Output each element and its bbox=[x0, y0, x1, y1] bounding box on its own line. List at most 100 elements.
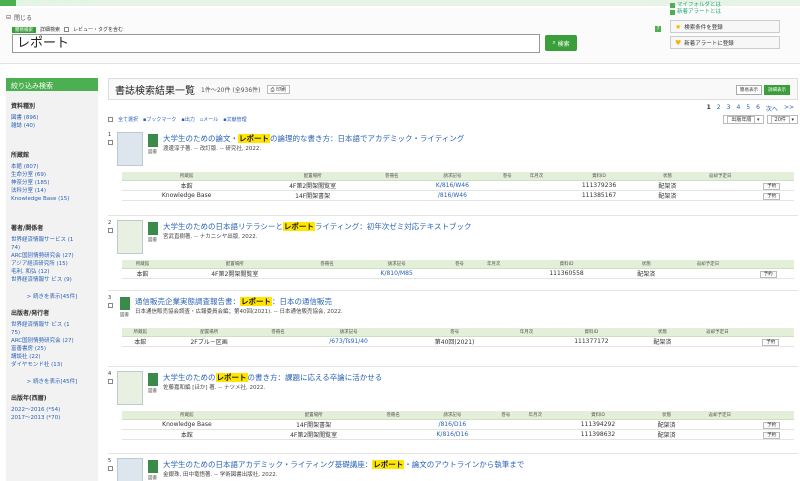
reserve-button[interactable]: 予約 bbox=[759, 270, 777, 278]
holdings-cell: 配架済 bbox=[643, 419, 691, 430]
save-condition-button[interactable]: ★ 検索条件を登録 bbox=[670, 20, 780, 33]
sidebar-facet-item[interactable]: 神奈分室 (185) bbox=[11, 179, 93, 187]
sidebar-facet-item[interactable]: ARC国別情勢研究会 (27) bbox=[11, 337, 93, 345]
record-title-link[interactable]: 大学生のための日本語リテラシーとレポートライティング：初年次ゼミ対応テキストブッ… bbox=[163, 221, 472, 232]
holdings-cell: 2Fブル－区画 bbox=[158, 336, 260, 347]
page-link[interactable]: 2 bbox=[717, 104, 721, 113]
review-checkbox[interactable] bbox=[64, 27, 70, 32]
call-number-link[interactable]: /673/Ts91/40 bbox=[296, 336, 401, 347]
title-part: 大学生のための日本語リテラシーと bbox=[163, 222, 283, 231]
material-type-label: 図書 bbox=[148, 150, 157, 155]
page-link[interactable]: 4 bbox=[736, 104, 740, 113]
export-button[interactable]: ▪出力 bbox=[181, 116, 194, 123]
book-icon bbox=[148, 373, 158, 386]
tab-2[interactable] bbox=[17, 0, 34, 6]
record-checkbox[interactable] bbox=[108, 228, 113, 233]
page-link[interactable]: >> bbox=[784, 104, 794, 113]
record-title-link[interactable]: 通信販売企業実態調査報告書：レポート：日本の通信販売 bbox=[135, 296, 332, 307]
tab-3[interactable] bbox=[34, 0, 51, 6]
sidebar-facet-item[interactable]: ダイヤモンド社 (13) bbox=[11, 361, 93, 369]
tab-1[interactable] bbox=[0, 0, 17, 6]
bookmark-button[interactable]: ▪ブックマーク bbox=[143, 116, 176, 123]
call-number-link[interactable]: K/816/W46 bbox=[409, 180, 496, 191]
sidebar-facet-item[interactable]: 本館 (807) bbox=[11, 163, 93, 171]
record-checkbox[interactable] bbox=[108, 466, 113, 471]
sidebar-facet-item[interactable]: アジア経済研究所 (15) bbox=[11, 260, 93, 268]
call-number-link[interactable]: K/810/M85 bbox=[347, 268, 446, 279]
view-simple-button[interactable]: 簡易表示 bbox=[736, 85, 762, 95]
select-all-checkbox[interactable] bbox=[108, 117, 113, 122]
call-number-link[interactable]: /816/W46 bbox=[409, 190, 496, 201]
sidebar-facet-item[interactable]: 富善書房 (25) bbox=[11, 345, 93, 353]
mode-simple-button[interactable]: 簡易検索 bbox=[12, 26, 36, 33]
record-number: 3 bbox=[108, 295, 112, 301]
view-detail-button[interactable]: 詳細表示 bbox=[764, 85, 790, 95]
tab-4[interactable] bbox=[51, 0, 68, 6]
sidebar-facet-item[interactable]: 生命分室 (69) bbox=[11, 171, 93, 179]
page-link[interactable]: 5 bbox=[746, 104, 750, 113]
select-all-link[interactable]: 全て選択 bbox=[118, 116, 138, 123]
holdings-col-header: 巻冊名 bbox=[375, 411, 411, 420]
sidebar-facet-item[interactable]: 講談社 (22) bbox=[11, 353, 93, 361]
reserve-button[interactable]: 予約 bbox=[763, 421, 781, 429]
record-title-link[interactable]: 大学生のための論文・レポートの論理的な書き方：日本語でアカデミック・ライティング bbox=[163, 133, 464, 144]
print-button[interactable]: ⎙ 印刷 bbox=[266, 84, 291, 94]
sidebar-facet-item[interactable]: 図書 (896) bbox=[11, 114, 93, 122]
sidebar-facet-item[interactable]: 雑誌 (40) bbox=[11, 122, 93, 130]
alert-info-link[interactable]: 新着アラートとは bbox=[670, 9, 780, 16]
refmgr-button[interactable]: ▪文献管理 bbox=[223, 116, 246, 123]
save-alert-button[interactable]: ♥ 新着アラートに登録 bbox=[670, 36, 780, 49]
reserve-button[interactable]: 予約 bbox=[762, 338, 780, 346]
call-number-link[interactable]: K/816/D16 bbox=[410, 429, 494, 440]
mail-button[interactable]: ▫メール bbox=[200, 116, 218, 123]
holdings-col-header: 巻号 bbox=[445, 260, 474, 269]
per-page-select[interactable]: 20件 ▾ bbox=[766, 115, 798, 124]
close-toggle[interactable]: ⊟ 閉じる bbox=[6, 13, 32, 22]
holdings-cell: 4F第2開架閲覧室 bbox=[251, 180, 375, 191]
reserve-button[interactable]: 予約 bbox=[763, 182, 781, 190]
search-input[interactable]: レポート bbox=[12, 34, 540, 53]
record-checkbox[interactable] bbox=[108, 140, 113, 145]
holdings-col-header: 年月次 bbox=[508, 328, 545, 337]
record-checkbox[interactable] bbox=[108, 303, 113, 308]
page-link[interactable]: 次へ bbox=[766, 104, 778, 113]
sidebar-facet-item[interactable]: 2022～2016 (*54) bbox=[11, 406, 93, 414]
sidebar-facet-item[interactable]: 毛利, 和弘 (12) bbox=[11, 268, 93, 276]
holdings-cell bbox=[508, 336, 545, 347]
sidebar-facet-item[interactable]: 世界経済情報サービス (1 bbox=[11, 236, 93, 244]
record-title-link[interactable]: 大学生のための日本語アカデミック・ライティング基礎講座：レポート・論文のアウトラ… bbox=[163, 459, 524, 470]
record-title-link[interactable]: 大学生のためのレポートの書き方：課題に応える卒論に活かせる bbox=[163, 372, 382, 383]
sidebar-facet-item[interactable]: Knowledge Base (15) bbox=[11, 195, 93, 203]
sidebar-facet-item[interactable]: 75) bbox=[11, 329, 93, 337]
book-cover-thumbnail[interactable] bbox=[117, 371, 143, 405]
holdings-cell: 配架済 bbox=[618, 268, 674, 279]
sidebar-facet-item[interactable]: 2017～2013 (*70) bbox=[11, 414, 93, 422]
book-cover-thumbnail[interactable] bbox=[117, 458, 143, 481]
sidebar-facet-item[interactable]: 74) bbox=[11, 244, 93, 252]
sidebar-facet-item[interactable]: 世界経済情報サ ビス (1 bbox=[11, 321, 93, 329]
myfolder-link[interactable]: マイフォルダとは bbox=[670, 2, 780, 9]
sort-select[interactable]: 出版年順 ▾ bbox=[723, 115, 764, 124]
title-part: 大学生のための論文・ bbox=[163, 134, 238, 143]
page-link[interactable]: 1 bbox=[707, 104, 711, 113]
sidebar-facet-item[interactable]: 法科分室 (14) bbox=[11, 187, 93, 195]
reserve-button[interactable]: 予約 bbox=[763, 431, 781, 439]
show-more-link[interactable]: > 続きを表示[45件] bbox=[11, 377, 93, 385]
sidebar-facet-item[interactable]: ARC国別情勢研究会 (27) bbox=[11, 252, 93, 260]
show-more-link[interactable]: > 続きを表示[45件] bbox=[11, 292, 93, 300]
mode-detail-link[interactable]: 詳細検索 bbox=[40, 26, 60, 33]
record-checkbox[interactable] bbox=[108, 379, 113, 384]
help-icon[interactable]: ? bbox=[655, 26, 661, 32]
holdings-cell bbox=[493, 419, 518, 430]
page-link[interactable]: 6 bbox=[756, 104, 760, 113]
holdings-row: 本館 4F第2開架閲覧室 K/810/M85 111360558 配架済 予約 bbox=[122, 268, 794, 279]
holdings-table: 所蔵館 配置場所 巻冊名 請求記号 巻号 年月次 資料ID 状態 返却予定日 本館 4F第2開架閲覧… bbox=[122, 260, 794, 279]
book-cover-thumbnail[interactable] bbox=[117, 132, 143, 166]
reserve-button[interactable]: 予約 bbox=[763, 192, 781, 200]
call-number-link[interactable]: /816/D16 bbox=[410, 419, 494, 430]
book-cover-thumbnail[interactable] bbox=[117, 220, 143, 254]
page-link[interactable]: 3 bbox=[727, 104, 731, 113]
search-button[interactable]: ⌕ 検索 bbox=[545, 35, 577, 51]
sidebar-facet-item[interactable]: 世界経済情報サ ビス (9) bbox=[11, 276, 93, 284]
tab-5[interactable] bbox=[68, 0, 85, 6]
